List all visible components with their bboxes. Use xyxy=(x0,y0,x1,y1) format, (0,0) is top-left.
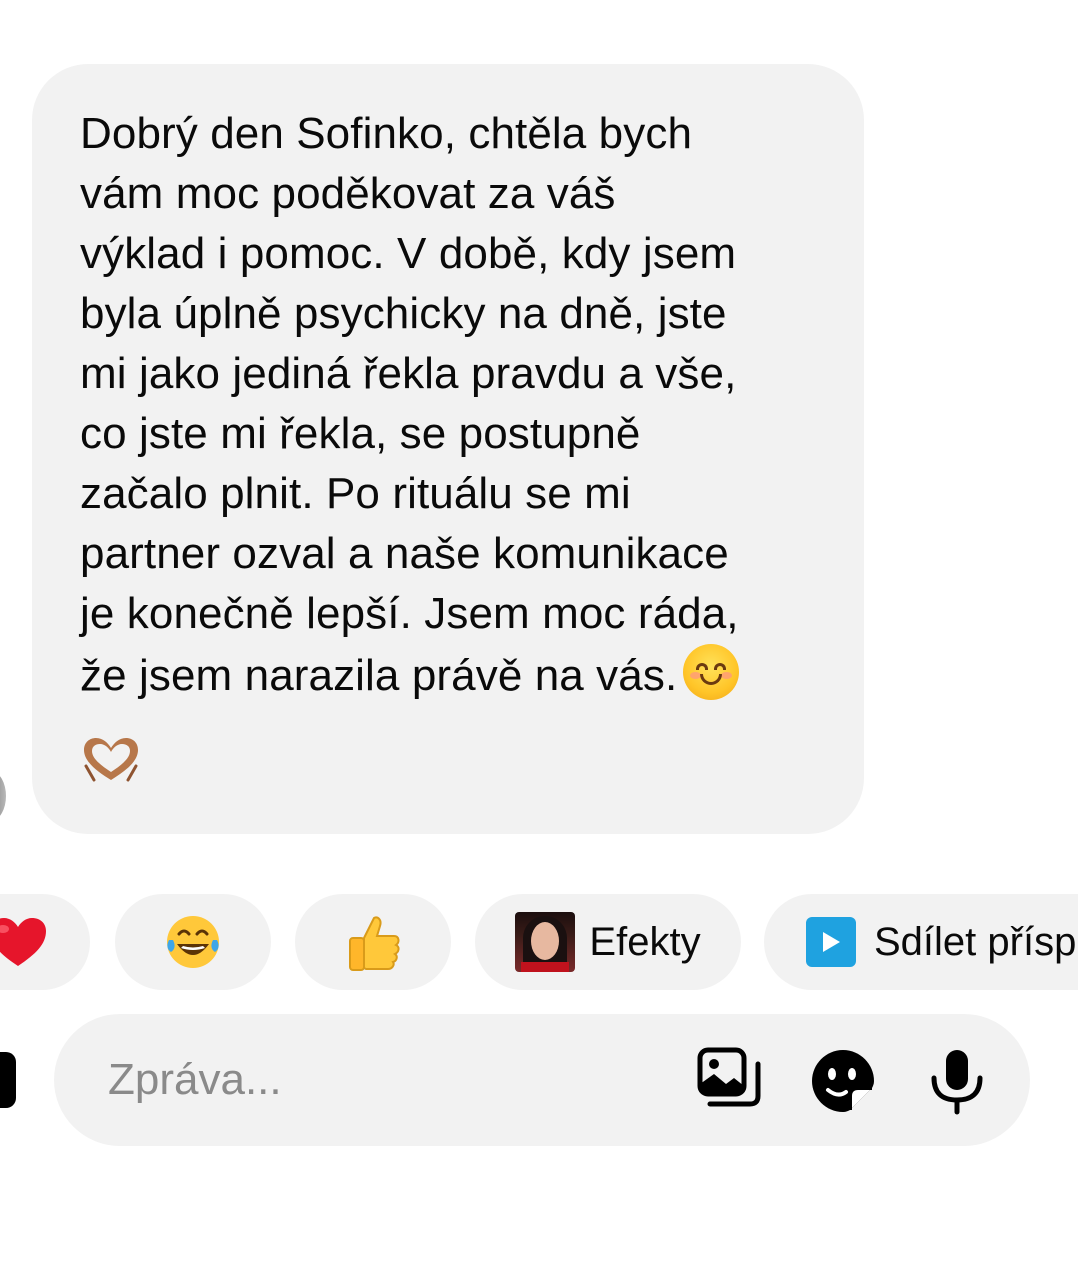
sender-avatar[interactable] xyxy=(0,772,6,820)
effect-thumbnail xyxy=(515,912,576,972)
tears-of-joy-icon xyxy=(167,916,219,968)
microphone-icon[interactable] xyxy=(922,1046,992,1116)
red-heart-icon xyxy=(0,918,46,966)
message-bubble[interactable]: Dobrý den Sofinko, chtěla bych vám moc p… xyxy=(32,64,864,834)
heart-hands-icon xyxy=(84,738,138,782)
effects-label: Efekty xyxy=(589,919,701,964)
gallery-icon[interactable] xyxy=(694,1046,764,1116)
message-text: Dobrý den Sofinko, chtěla bych vám moc p… xyxy=(80,109,739,700)
react-heart-button[interactable] xyxy=(0,894,90,990)
share-post-button[interactable]: Sdílet přísp xyxy=(764,894,1078,990)
message-composer xyxy=(54,1014,1030,1146)
react-laugh-button[interactable] xyxy=(115,894,271,990)
chat-screen: Dobrý den Sofinko, chtěla bych vám moc p… xyxy=(0,0,1078,1272)
quick-reactions-bar: Efekty Sdílet přísp xyxy=(0,894,1078,992)
thumbs-up-icon xyxy=(349,916,400,971)
share-post-icon xyxy=(806,917,856,967)
sticker-icon[interactable] xyxy=(808,1046,878,1116)
smiling-face-icon xyxy=(683,644,740,700)
camera-button[interactable] xyxy=(0,1052,16,1108)
share-post-label: Sdílet přísp xyxy=(874,919,1077,964)
react-like-button[interactable] xyxy=(295,894,451,990)
message-input[interactable] xyxy=(108,1048,668,1112)
effects-button[interactable]: Efekty xyxy=(475,894,741,990)
